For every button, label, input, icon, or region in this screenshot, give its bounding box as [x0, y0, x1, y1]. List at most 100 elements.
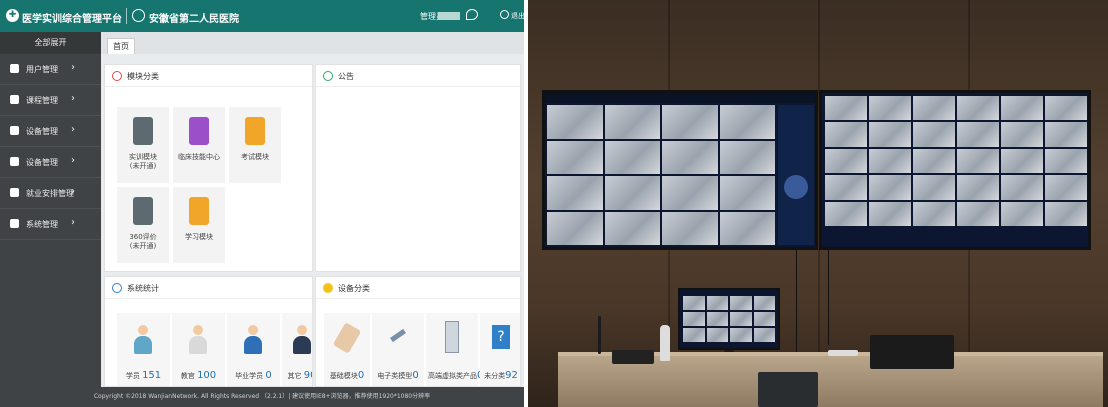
device-electronic[interactable]: 电子类模型0 [372, 313, 424, 386]
module-tile-360[interactable]: 360评价 (未开通) [117, 187, 169, 263]
footer-copyright: Copyright ©2018 WanjianNetwork. All Righ… [0, 387, 524, 407]
device-basic[interactable]: 基础模块0 [324, 313, 370, 386]
stat-count: 0 [357, 370, 365, 381]
module-tile-label: 学习模块 [185, 233, 213, 241]
control-keypad [612, 350, 654, 364]
video-wall-right [819, 90, 1091, 250]
syringe-icon [390, 328, 406, 343]
sidebar-item-devices[interactable]: 设备管理 › [0, 116, 101, 147]
notice-panel: 公告 [315, 64, 521, 272]
stat-label: 教官 100 [180, 370, 217, 381]
module-category-icon [112, 71, 122, 81]
sidebar: 全部展开 用户管理 › 课程管理 › 设备管理 › 设备管理 › 就业安排管理 … [0, 32, 101, 387]
stat-other[interactable]: 其它 90 [282, 313, 312, 386]
device-virtual[interactable]: 高端虚拟类产品0 [426, 313, 483, 386]
question-icon: ? [492, 325, 510, 349]
panel-title: 设备分类 [338, 284, 370, 293]
notice-icon [323, 71, 333, 81]
arm-icon [332, 322, 362, 354]
camera-grid [683, 296, 775, 342]
book-icon [189, 117, 209, 145]
stat-instructors[interactable]: 教官 100 [172, 313, 225, 386]
pencil-icon [245, 117, 265, 145]
stat-count: 0 [412, 370, 419, 381]
stats-panel: 系统统计 学员 151 教官 100 毕业学员 0 其它 90 [104, 276, 313, 387]
sidebar-item-label: 系统管理 [26, 220, 58, 229]
logout-button[interactable]: 退出 [511, 11, 524, 21]
panel-header: 公告 [316, 65, 520, 87]
keyboard [828, 350, 858, 356]
edit-icon [189, 197, 209, 225]
module-tile-clinical[interactable]: 临床技能中心 [173, 107, 225, 183]
sidebar-item-system[interactable]: 系统管理 › [0, 209, 101, 240]
platform-title: 医学实训综合管理平台 [22, 14, 122, 25]
module-tile-label: 360评价 (未开通) [129, 233, 157, 250]
stat-count: 151 [142, 370, 162, 381]
hospital-name: 安徽省第二人民医院 [149, 14, 239, 25]
cable [796, 250, 797, 360]
top-bar: ✚ 医学实训综合管理平台 安徽省第二人民医院 管理员 退出 [0, 0, 524, 32]
stat-label: 未分类92 [484, 370, 518, 381]
stats-row: 学员 151 教官 100 毕业学员 0 其它 90 [117, 313, 312, 386]
other-avatar-icon [293, 325, 311, 355]
stat-students[interactable]: 学员 151 [117, 313, 170, 386]
control-room-photo [528, 0, 1108, 407]
sidebar-item-employment[interactable]: 就业安排管理 › [0, 178, 101, 209]
devices-panel: 设备分类 基础模块0 电子类模型0 高端虚拟类产品0 ? 未分类92 [315, 276, 521, 387]
camera-grid [825, 96, 1087, 226]
stat-label: 高端虚拟类产品0 [428, 370, 483, 381]
user-name-mask [438, 12, 460, 20]
search-icon [10, 219, 19, 228]
stat-label: 毕业学员 0 [235, 370, 272, 381]
chat-icon[interactable] [466, 9, 478, 20]
statistics-icon [112, 283, 122, 293]
stat-count: 100 [197, 370, 217, 381]
tab-home[interactable]: 首页 [107, 38, 135, 54]
sidebar-item-settings[interactable]: 设备管理 › [0, 147, 101, 178]
graduate-avatar-icon [244, 325, 262, 355]
panel-title: 系统统计 [127, 284, 159, 293]
module-tile-exam[interactable]: 考试模块 [229, 107, 281, 183]
power-icon[interactable] [500, 10, 509, 19]
instructor-avatar-icon [189, 325, 207, 355]
chevron-right-icon: › [71, 155, 75, 166]
module-tile-label: 实训模块 (未开通) [129, 153, 157, 170]
chevron-right-icon: › [71, 62, 75, 73]
doc-icon [10, 188, 19, 197]
module-tile-training[interactable]: 实训模块 (未开通) [117, 107, 169, 183]
camera-grid [547, 105, 775, 245]
stat-count: 90 [303, 370, 312, 381]
office-chair [758, 372, 818, 407]
user-icon [10, 64, 19, 73]
header-divider [126, 8, 127, 24]
tab-bar: 首页 [101, 32, 524, 54]
sidebar-item-label: 课程管理 [26, 96, 58, 105]
ptz-dial-icon [784, 175, 808, 199]
module-tile-study[interactable]: 学习模块 [173, 187, 225, 263]
hospital-logo-icon [132, 9, 145, 22]
video-server-box [870, 335, 954, 369]
chevron-right-icon: › [71, 124, 75, 135]
microphone-icon [598, 316, 601, 354]
sidebar-item-label: 用户管理 [26, 65, 58, 74]
sidebar-item-users[interactable]: 用户管理 › [0, 54, 101, 85]
desk-monitor [678, 288, 780, 350]
chevron-right-icon: › [71, 93, 75, 104]
student-avatar-icon [134, 325, 152, 355]
stat-graduates[interactable]: 毕业学员 0 [227, 313, 280, 386]
panel-header: 模块分类 [105, 65, 312, 87]
stat-label: 电子类模型0 [377, 370, 419, 381]
device-icon [10, 126, 19, 135]
panel-title: 模块分类 [127, 72, 159, 81]
cable [828, 250, 829, 345]
device-uncategorized[interactable]: ? 未分类92 [480, 313, 520, 386]
modules-panel: 模块分类 实训模块 (未开通) 临床技能中心 考试模块 360评价 (未开通) … [104, 64, 313, 272]
expand-all-button[interactable]: 全部展开 [0, 32, 101, 54]
chevron-right-icon: › [71, 217, 75, 228]
panel-header: 设备分类 [316, 277, 520, 299]
hospital-icon [133, 117, 153, 145]
settings-icon [10, 157, 19, 166]
sidebar-item-courses[interactable]: 课程管理 › [0, 85, 101, 116]
monitor-icon [445, 321, 459, 353]
sidebar-item-label: 设备管理 [26, 127, 58, 136]
